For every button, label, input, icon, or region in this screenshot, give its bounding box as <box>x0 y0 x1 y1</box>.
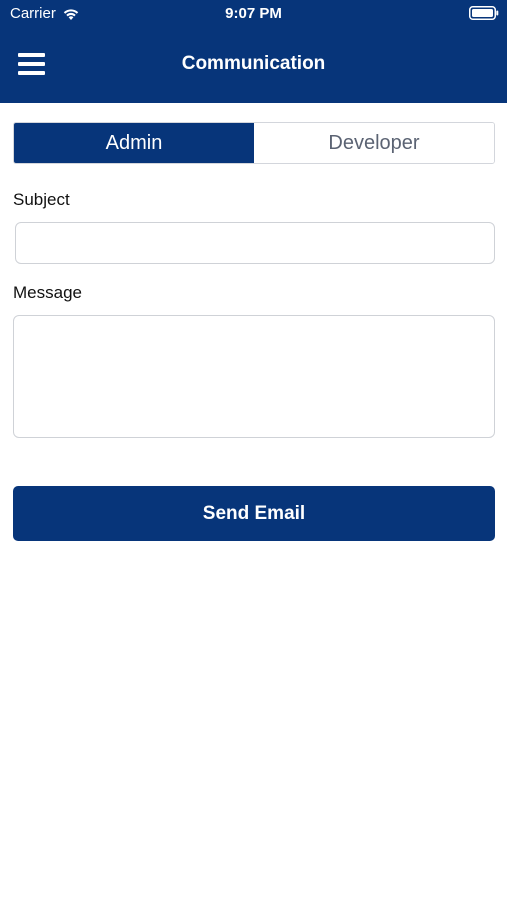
battery-icon <box>469 6 499 20</box>
send-email-button[interactable]: Send Email <box>13 486 495 541</box>
page-title: Communication <box>181 53 326 74</box>
app-header: Carrier 9:07 PM Communication <box>0 0 507 103</box>
message-textarea[interactable] <box>13 315 495 438</box>
tab-developer[interactable]: Developer <box>254 123 494 163</box>
subject-input[interactable] <box>15 222 495 264</box>
recipient-segmented-control: Admin Developer <box>13 122 495 164</box>
subject-label: Subject <box>13 190 70 209</box>
status-time: 9:07 PM <box>225 5 282 22</box>
communication-screen: Carrier 9:07 PM Communication Admin Deve… <box>0 0 507 900</box>
message-label: Message <box>13 283 82 302</box>
tab-admin[interactable]: Admin <box>14 123 254 163</box>
